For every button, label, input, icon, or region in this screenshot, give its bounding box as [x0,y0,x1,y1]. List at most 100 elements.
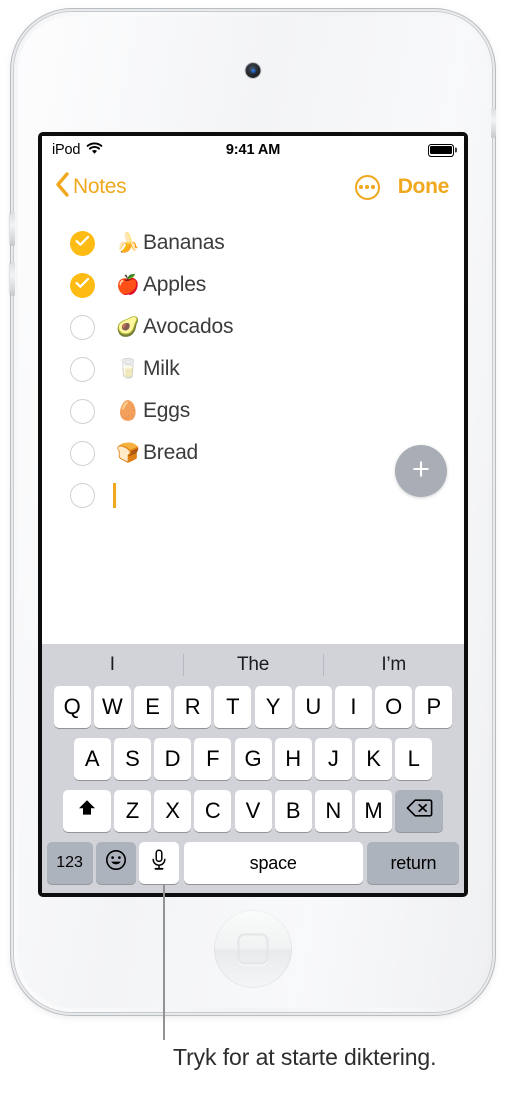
key-m[interactable]: M [355,790,393,832]
mic-key[interactable] [138,842,179,884]
item-label: Eggs [143,399,191,422]
item-label: Avocados [143,315,234,338]
checkbox-unchecked[interactable] [70,482,95,508]
navigation-bar: Notes Done [42,164,464,210]
home-button[interactable] [214,910,292,988]
predictive-suggestion-bar: I The I’m [42,644,464,686]
camera-lens [250,68,256,73]
key-f[interactable]: F [194,738,232,780]
item-label: Bananas [143,231,225,254]
key-x[interactable]: X [154,790,192,832]
power-button[interactable] [491,108,496,138]
more-dot [371,185,376,189]
callout-caption: Tryk for at starte diktering. [173,1044,437,1070]
key-j[interactable]: J [314,738,352,780]
status-bar-right [428,143,454,157]
note-content-area: 🍌 Bananas 🍎 Apples 🥑 Avocados 🥛 Milk 🥚 E… [42,210,464,510]
key-t[interactable]: T [214,686,252,728]
item-emoji: 🥛 [116,358,140,380]
check-icon [75,234,90,252]
suggestion-item[interactable]: The [183,654,324,676]
keyboard-row-3: Z X C V B N M [42,790,464,832]
checkbox-unchecked[interactable] [70,440,95,466]
back-button-label: Notes [73,175,127,198]
key-y[interactable]: Y [254,686,292,728]
smiley-face-icon [105,849,127,877]
checklist-item[interactable]: 🥑 Avocados [42,306,464,348]
checkbox-checked[interactable] [70,272,95,298]
more-dot [365,185,369,189]
item-label: Milk [143,357,180,380]
key-o[interactable]: O [375,686,413,728]
shift-up-arrow-icon [76,797,98,825]
key-s[interactable]: S [113,738,151,780]
key-h[interactable]: H [274,738,312,780]
key-q[interactable]: Q [53,686,91,728]
text-cursor [113,482,116,508]
ipod-touch-device: iPod 9:41 AM Notes Done 🍌 Bananas 🍎 Appl… [10,12,496,1012]
callout-leader-line [163,884,165,1040]
key-v[interactable]: V [234,790,272,832]
item-emoji: 🍎 [116,274,140,296]
wifi-icon [86,141,103,159]
backspace-key[interactable] [395,790,444,832]
numbers-key[interactable]: 123 [46,842,93,884]
chevron-left-icon [55,172,70,202]
done-button[interactable]: Done [398,175,451,199]
plus-icon [409,457,433,486]
item-label: Bread [143,441,199,464]
screen: iPod 9:41 AM Notes Done 🍌 Bananas 🍎 Appl… [42,136,464,893]
navigation-bar-right: Done [354,174,451,200]
key-g[interactable]: G [234,738,272,780]
key-b[interactable]: B [274,790,312,832]
checkbox-unchecked[interactable] [70,398,95,424]
volume-up-button[interactable] [10,212,15,246]
checkbox-unchecked[interactable] [70,314,95,340]
carrier-label: iPod [52,142,81,158]
key-z[interactable]: Z [113,790,151,832]
item-emoji: 🍌 [116,232,140,254]
item-label: Apples [143,273,207,296]
checklist-item[interactable]: 🥚 Eggs [42,390,464,432]
onscreen-keyboard: I The I’m Q W E R T Y U I O P A S D F G … [42,644,464,893]
key-n[interactable]: N [314,790,352,832]
item-emoji: 🍞 [116,442,140,464]
status-bar-time: 9:41 AM [225,142,281,158]
key-p[interactable]: P [415,686,453,728]
screen-bezel: iPod 9:41 AM Notes Done 🍌 Bananas 🍎 Appl… [38,132,468,897]
checklist-item[interactable]: 🍌 Bananas [42,222,464,264]
space-key[interactable]: space [183,842,363,884]
more-circle-icon[interactable] [354,174,380,200]
front-camera-icon [245,63,261,78]
checklist-item[interactable]: 🍎 Apples [42,264,464,306]
shift-key[interactable] [62,790,111,832]
key-a[interactable]: A [73,738,111,780]
key-k[interactable]: K [355,738,393,780]
battery-full-icon [428,143,454,157]
suggestion-item[interactable]: I’m [323,654,464,676]
home-square-icon [237,933,269,965]
key-c[interactable]: C [194,790,232,832]
keyboard-bottom-row: 123 space return [42,842,464,884]
back-button[interactable]: Notes [55,172,127,202]
key-w[interactable]: W [93,686,131,728]
more-dot [359,185,363,189]
item-emoji: 🥚 [116,400,140,422]
volume-down-button[interactable] [10,262,15,296]
key-u[interactable]: U [294,686,332,728]
checkbox-checked[interactable] [70,230,95,256]
return-key[interactable]: return [367,842,460,884]
key-e[interactable]: E [134,686,172,728]
keyboard-row-1: Q W E R T Y U I O P [42,686,464,728]
key-r[interactable]: R [174,686,212,728]
key-l[interactable]: L [395,738,433,780]
emoji-key[interactable] [95,842,136,884]
checkbox-unchecked[interactable] [70,356,95,382]
checklist-item[interactable]: 🥛 Milk [42,348,464,390]
key-d[interactable]: D [154,738,192,780]
keyboard-row-2: A S D F G H J K L [42,738,464,780]
suggestion-item[interactable]: I [42,654,183,676]
check-icon [75,276,90,294]
add-item-button[interactable] [395,445,447,497]
key-i[interactable]: I [334,686,372,728]
